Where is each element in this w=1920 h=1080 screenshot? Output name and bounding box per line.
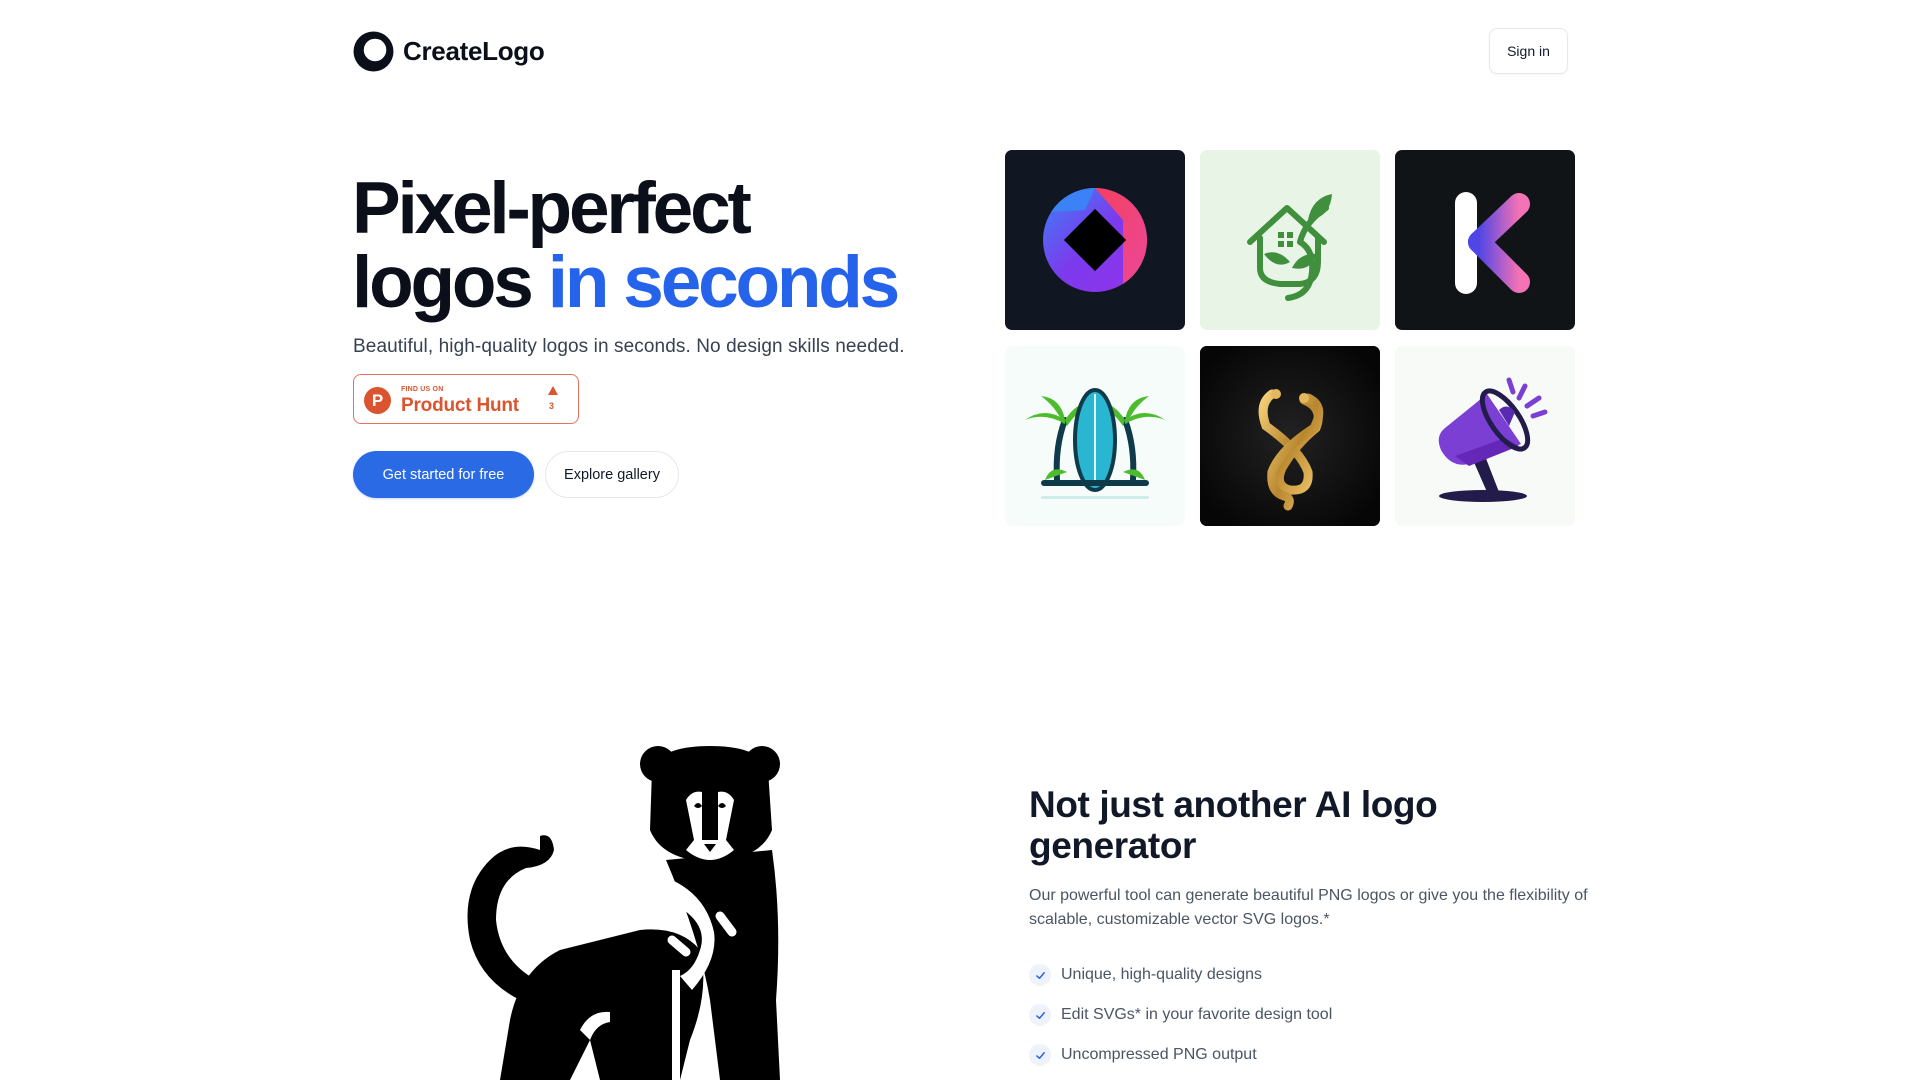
upvote-count: 3 [549, 401, 555, 411]
feature-text: Uncompressed PNG output [1061, 1046, 1257, 1063]
purple-megaphone-logo-icon [1438, 377, 1548, 502]
brand-link[interactable]: CreateLogo [353, 30, 545, 72]
hero-title: Pixel-perfect logos in seconds [352, 172, 901, 323]
brand-name: CreateLogo [403, 35, 545, 66]
gradient-ring-logo-icon [1043, 187, 1148, 292]
feature-item: Unique, high-quality designs [1029, 963, 1332, 987]
section-description: Our powerful tool can generate beautiful… [1029, 887, 1588, 928]
feature-item: Edit SVGs* in your favorite design tool [1029, 1003, 1332, 1027]
upvote-arrow-icon [548, 386, 558, 395]
gallery-item-golden-snakes[interactable] [1200, 346, 1380, 526]
surfboard-palms-logo-icon [1025, 388, 1165, 499]
product-hunt-badge[interactable]: P FIND US ON Product Hunt 3 [353, 374, 579, 424]
check-icon [1029, 1044, 1051, 1066]
product-hunt-icon: P [364, 387, 391, 414]
explore-gallery-button[interactable]: Explore gallery [545, 451, 679, 498]
product-hunt-name: Product Hunt [401, 395, 519, 416]
hero-title-line2: logos [352, 242, 534, 323]
gallery-item-gradient-ring[interactable] [1005, 150, 1185, 330]
get-started-button[interactable]: Get started for free [353, 451, 534, 498]
gallery-item-surfboard-palms[interactable] [1005, 346, 1185, 526]
feature-text: Unique, high-quality designs [1061, 966, 1263, 983]
gradient-k-logo-icon [1455, 192, 1530, 294]
hero-title-accent: in seconds [547, 242, 901, 323]
feature-list: Unique, high-quality designs Edit SVGs* … [1029, 963, 1332, 1080]
panther-illustration [467, 746, 780, 1080]
golden-snakes-logo-icon [1200, 346, 1380, 526]
product-hunt-find-label: FIND US ON [401, 386, 444, 393]
green-house-leaf-logo-icon [1247, 194, 1332, 301]
sign-in-button[interactable]: Sign in [1489, 28, 1568, 74]
gallery-item-purple-megaphone[interactable] [1395, 346, 1575, 526]
hero-title-line1: Pixel-perfect [352, 168, 752, 249]
check-icon [1029, 1004, 1051, 1026]
gallery-item-letter-k[interactable] [1395, 150, 1575, 330]
check-icon [1029, 964, 1051, 986]
top-nav: CreateLogo Sign in [353, 28, 1568, 74]
hero-subtitle: Beautiful, high-quality logos in seconds… [353, 336, 905, 357]
feature-item: Uncompressed PNG output [1029, 1043, 1332, 1067]
gallery-item-green-house[interactable] [1200, 150, 1380, 330]
feature-text: Edit SVGs* in your favorite design tool [1061, 1006, 1333, 1023]
brand-logo-icon [353, 31, 394, 71]
section-title: Not just another AI logo generator [1029, 784, 1438, 866]
